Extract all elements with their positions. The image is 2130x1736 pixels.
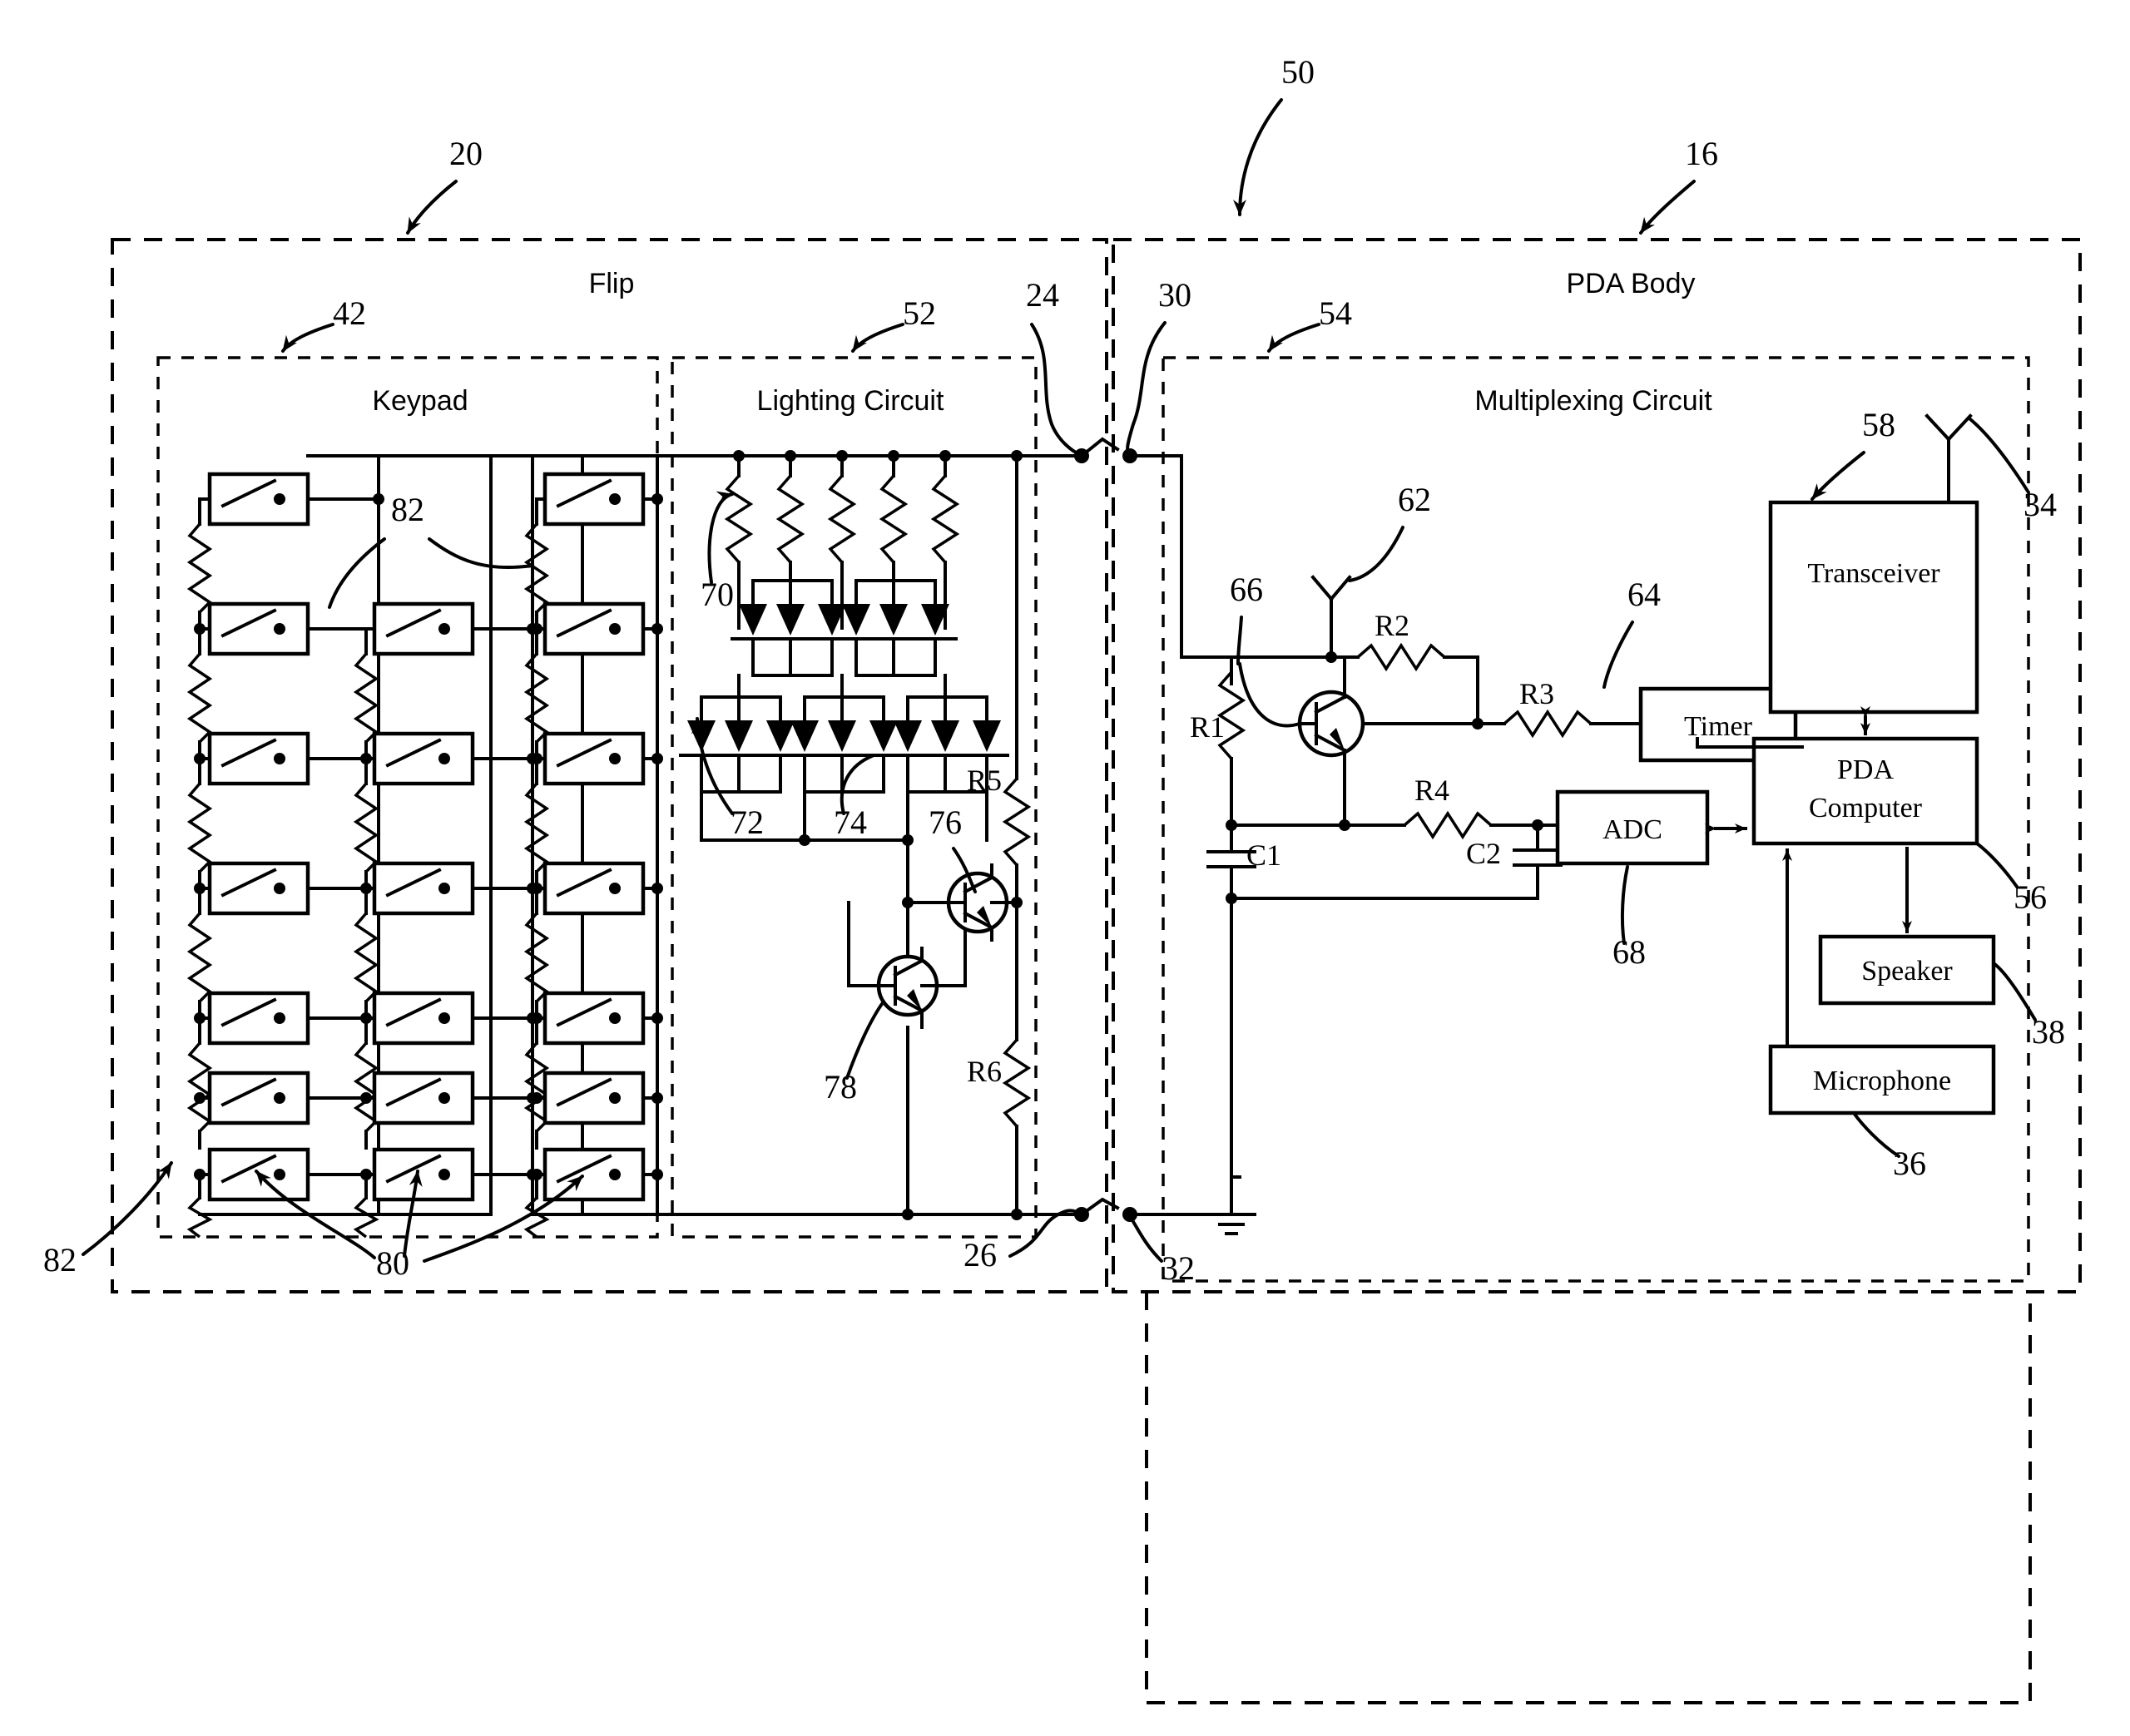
enclosure-label-lighting-circuit: Lighting Circuit [757, 385, 944, 417]
microphone-label: Microphone [1813, 1066, 1951, 1096]
label-r2: R2 [1375, 609, 1409, 642]
keypad-switch[interactable] [207, 861, 310, 916]
led-icon [973, 720, 1001, 752]
led-icon [894, 720, 922, 752]
ref-numeral-30: 30 [1158, 276, 1191, 314]
keypad-switch[interactable] [542, 601, 646, 656]
transceiver-label: Transceiver [1807, 558, 1940, 589]
keypad-switch[interactable] [207, 1071, 310, 1125]
keypad-switch[interactable] [542, 1071, 646, 1125]
keypad-switch[interactable] [372, 601, 475, 656]
ref-numeral-82: 82 [43, 1241, 77, 1279]
led-icon [869, 720, 898, 752]
transistor-66 [1297, 655, 1365, 827]
ref-numeral-76: 76 [929, 804, 962, 841]
ref-numeral-36: 36 [1893, 1145, 1926, 1182]
ref-numeral-56: 56 [2014, 878, 2047, 916]
circuit-schematic-svg: Flip PDA Body Keypad Lighting Circuit Mu… [43, 53, 2082, 1704]
ref-numeral-38: 38 [2032, 1013, 2065, 1051]
led-icon [931, 720, 959, 752]
flip-body-contacts [1074, 437, 1233, 1222]
label-c1: C1 [1246, 838, 1281, 872]
led-icon [879, 604, 908, 636]
ref-numeral-58: 58 [1862, 406, 1895, 443]
transceiver-block[interactable] [1768, 500, 1979, 715]
keypad-switch[interactable] [542, 991, 646, 1046]
keypad-switch[interactable] [372, 731, 475, 786]
led-icon [766, 720, 795, 752]
enclosure-label-keypad: Keypad [372, 385, 468, 417]
keypad-switch[interactable] [542, 731, 646, 786]
timer-label: Timer [1684, 711, 1753, 742]
led-bank [834, 579, 958, 677]
ref-numeral-70: 70 [701, 576, 734, 613]
ref-numeral-62: 62 [1398, 481, 1431, 518]
keypad-switch[interactable] [372, 861, 475, 916]
led-bank [731, 579, 854, 677]
ref-numeral-26: 26 [963, 1236, 997, 1274]
label-r3: R3 [1519, 677, 1554, 710]
patent-figure: Flip PDA Body Keypad Lighting Circuit Mu… [0, 0, 2130, 1736]
transistor-78 [876, 947, 939, 1029]
speaker-label: Speaker [1861, 956, 1953, 987]
ref-numeral-42: 42 [333, 294, 366, 332]
led-icon [790, 720, 819, 752]
ref-numeral-72: 72 [731, 804, 764, 841]
enclosure-label-flip: Flip [589, 268, 635, 299]
capacitor-c2 [1513, 823, 1563, 900]
antenna-icon [1924, 413, 1973, 504]
enclosure-label-pda-body: PDA Body [1567, 268, 1696, 299]
ref-numeral-82-upper: 82 [391, 491, 424, 528]
keypad-switch[interactable] [372, 991, 475, 1046]
keypad-switch[interactable] [207, 731, 310, 786]
keypad-switch[interactable] [372, 1071, 475, 1125]
ref-numeral-20: 20 [449, 135, 483, 172]
led-icon [776, 604, 805, 636]
keypad-switch[interactable] [542, 472, 646, 527]
label-r4: R4 [1414, 774, 1449, 807]
keypad-switch[interactable] [207, 991, 310, 1046]
led-icon [828, 720, 856, 752]
keypad-switch[interactable] [372, 1147, 475, 1202]
keypad-switch[interactable] [207, 601, 310, 656]
label-r1: R1 [1190, 710, 1225, 744]
ref-numeral-68: 68 [1612, 933, 1646, 971]
ref-numeral-64: 64 [1627, 576, 1661, 613]
label-c2: C2 [1466, 837, 1501, 870]
pda-computer-label-line1: PDA [1837, 754, 1894, 785]
enclosure-label-multiplexing-circuit: Multiplexing Circuit [1474, 385, 1712, 417]
ref-numeral-66: 66 [1230, 571, 1263, 608]
label-r5: R5 [967, 764, 1002, 797]
keypad-switch[interactable] [542, 1147, 646, 1202]
led-icon [842, 604, 870, 636]
keypad-switch[interactable] [542, 861, 646, 916]
keypad-matrix [186, 454, 663, 1239]
led-bank [679, 695, 803, 794]
ref-numeral-52: 52 [903, 294, 936, 332]
pda-computer-label-line2: Computer [1809, 793, 1923, 823]
multiplexing-circuit-group: Timer ADC Transceiver PDA Computer Speak… [1180, 413, 1996, 1235]
ref-numeral-24: 24 [1026, 276, 1059, 314]
led-bank [782, 695, 906, 794]
ref-numeral-16: 16 [1685, 135, 1718, 172]
label-r6: R6 [967, 1055, 1002, 1088]
keypad-switch[interactable] [207, 472, 310, 527]
led-icon [725, 720, 753, 752]
ref-numeral-74: 74 [834, 804, 867, 841]
ref-numeral-50: 50 [1281, 53, 1315, 91]
led-bank [737, 674, 947, 699]
supply-node-62 [1310, 575, 1352, 659]
ref-numeral-78: 78 [824, 1068, 857, 1105]
adc-label: ADC [1602, 814, 1662, 845]
ref-numeral-54: 54 [1319, 294, 1352, 332]
led-icon [739, 604, 767, 636]
ref-numeral-32: 32 [1162, 1249, 1195, 1287]
